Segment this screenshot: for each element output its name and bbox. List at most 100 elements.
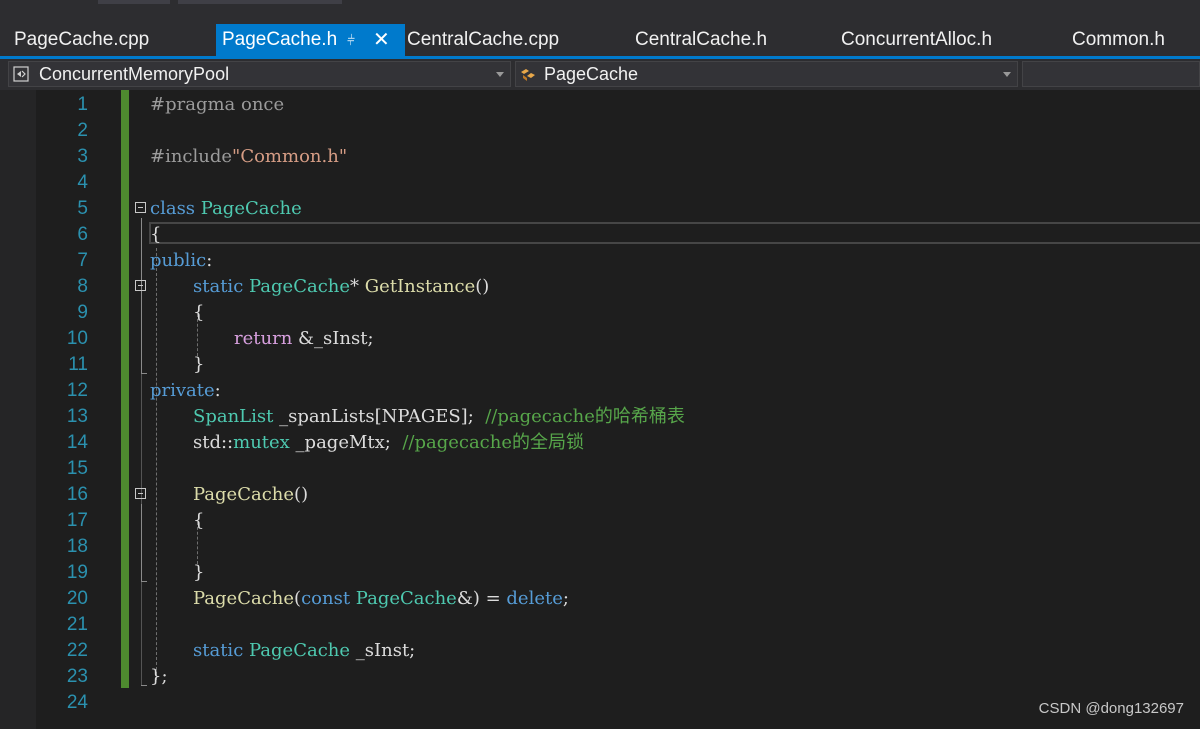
title-strip (0, 0, 1200, 24)
code-text: public: (150, 248, 212, 274)
type-name: mutex (233, 432, 296, 453)
line-number: 15 (66, 458, 88, 479)
line-number: 14 (66, 432, 88, 453)
code-text: return &_sInst; (234, 326, 374, 352)
keyword: static (193, 276, 249, 297)
collapse-icon[interactable] (135, 202, 146, 213)
code-line: 18 (0, 534, 1200, 560)
member-dropdown[interactable] (1022, 61, 1200, 87)
code-editor[interactable]: 1 #pragma once 2 3 #include"Common.h" 4 … (0, 90, 1200, 729)
tab-label: CentralCache.cpp (407, 29, 560, 50)
code-text: { (193, 300, 204, 326)
tab-concurrentalloc-h[interactable]: ConcurrentAlloc.h (841, 24, 992, 56)
code-line: 1 #pragma once (0, 92, 1200, 118)
type-name: PageCache (355, 588, 457, 609)
code-line: 22 static PageCache _sInst; (0, 638, 1200, 664)
tab-pagecache-h[interactable]: PageCache.h ⫩ ✕ (216, 24, 405, 56)
tab-label: PageCache.h (222, 29, 338, 50)
code-line: 5 class PageCache (0, 196, 1200, 222)
code-line: 9 { (0, 300, 1200, 326)
punctuation: () (475, 276, 490, 297)
line-number: 18 (66, 536, 88, 557)
directive: #pragma once (150, 94, 285, 115)
punctuation: : (206, 250, 213, 271)
line-number: 23 (66, 666, 88, 687)
code-line: 8 static PageCache* GetInstance() (0, 274, 1200, 300)
type-name: SpanList (193, 406, 280, 427)
line-number: 20 (66, 588, 88, 609)
class-icon (521, 69, 535, 81)
code-text: #pragma once (150, 92, 284, 118)
code-text: { (193, 508, 204, 534)
collapse-icon[interactable] (135, 280, 146, 291)
code-line: 7 public: (0, 248, 1200, 274)
tab-centralcache-cpp[interactable]: CentralCache.cpp (407, 24, 559, 56)
punctuation: } (193, 354, 205, 375)
project-name: ConcurrentMemoryPool (39, 64, 230, 84)
line-number: 22 (66, 640, 88, 661)
line-number: 1 (77, 94, 88, 115)
line-number: 6 (77, 224, 88, 245)
identifier: _sInst; (355, 640, 416, 661)
scope-name: PageCache (544, 64, 639, 84)
line-number: 5 (77, 198, 88, 219)
code-line: 12 private: (0, 378, 1200, 404)
code-text: SpanList _spanLists[NPAGES]; //pagecache… (193, 404, 685, 430)
punctuation: }; (150, 666, 168, 687)
punctuation: ; (562, 588, 569, 609)
punctuation: : (214, 380, 221, 401)
line-number: 16 (66, 484, 88, 505)
chevron-down-icon (496, 72, 504, 77)
keyword: private (150, 380, 215, 401)
punctuation: () (294, 484, 309, 505)
line-number: 19 (66, 562, 88, 583)
code-line: 4 (0, 170, 1200, 196)
watermark: CSDN @dong132697 (1038, 700, 1184, 717)
directive: #include (150, 146, 233, 167)
line-number: 12 (66, 380, 88, 401)
code-line: 2 (0, 118, 1200, 144)
identifier: _spanLists[NPAGES]; (279, 406, 486, 427)
line-number: 17 (66, 510, 88, 531)
close-icon[interactable]: ✕ (373, 24, 390, 56)
scope-dropdown[interactable]: PageCache (515, 61, 1018, 87)
code-text: }; (150, 664, 168, 690)
keyword: static (193, 640, 249, 661)
collapse-icon[interactable] (135, 488, 146, 499)
function-name: GetInstance (364, 276, 476, 297)
code-text: static PageCache* GetInstance() (193, 274, 489, 300)
comment: //pagecache的哈希桶表 (485, 406, 685, 427)
code-line: 24 (0, 690, 1200, 716)
punctuation: { (193, 510, 205, 531)
pin-icon[interactable]: ⫩ (347, 24, 355, 56)
code-line: 11 } (0, 352, 1200, 378)
punctuation: } (193, 562, 205, 583)
keyword: const (301, 588, 356, 609)
punctuation: { (193, 302, 205, 323)
code-line: 16 PageCache() (0, 482, 1200, 508)
code-text: #include"Common.h" (150, 144, 347, 170)
code-line: 10 return &_sInst; (0, 326, 1200, 352)
code-line: 3 #include"Common.h" (0, 144, 1200, 170)
project-dropdown[interactable]: ConcurrentMemoryPool (8, 61, 511, 87)
type-name: PageCache (249, 276, 351, 297)
punctuation: * (350, 276, 365, 297)
tab-pagecache-cpp[interactable]: PageCache.cpp (14, 24, 149, 56)
line-number: 24 (66, 692, 88, 713)
code-text: PageCache(const PageCache&) = delete; (193, 586, 569, 612)
code-text: } (193, 560, 204, 586)
code-line: 21 (0, 612, 1200, 638)
tab-common-h[interactable]: Common.h (1072, 24, 1165, 56)
tab-centralcache-h[interactable]: CentralCache.h (635, 24, 767, 56)
code-text: } (193, 352, 204, 378)
line-number: 10 (66, 328, 88, 349)
code-text: class PageCache (150, 196, 302, 222)
code-line: 23 }; (0, 664, 1200, 690)
code-text: private: (150, 378, 221, 404)
tab-label: ConcurrentAlloc.h (841, 29, 993, 50)
line-number: 7 (77, 250, 88, 271)
keyword: return (234, 328, 299, 349)
identifier: _pageMtx; (295, 432, 403, 453)
function-name: PageCache (193, 484, 295, 505)
keyword: public (150, 250, 207, 271)
